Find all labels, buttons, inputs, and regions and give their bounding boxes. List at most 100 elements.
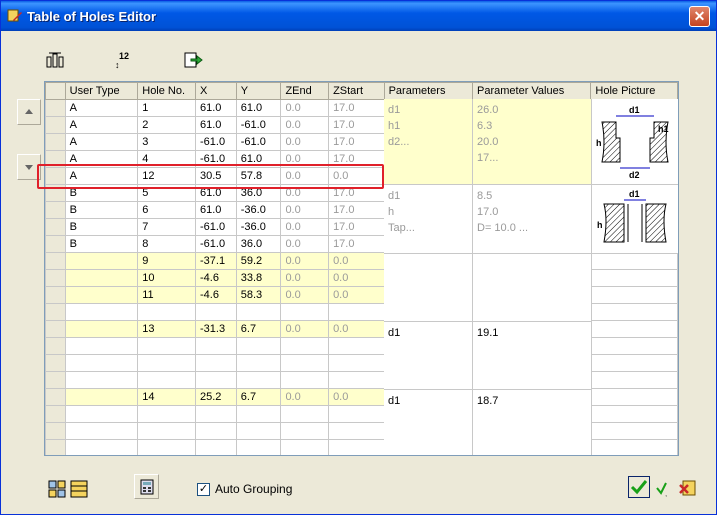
- cell-zstart[interactable]: 17.0: [328, 201, 385, 219]
- cell-zstart[interactable]: [328, 422, 385, 440]
- export-icon[interactable]: [181, 48, 205, 72]
- settings-button[interactable]: [134, 474, 159, 499]
- cell-user-type[interactable]: [64, 354, 139, 372]
- cell-y[interactable]: -36.0: [235, 201, 282, 219]
- cell-user-type[interactable]: [64, 320, 139, 338]
- cell-hole-no[interactable]: [137, 303, 197, 321]
- group-icon[interactable]: [43, 48, 67, 72]
- row-selector[interactable]: [45, 337, 66, 355]
- col-zend[interactable]: ZEnd: [280, 82, 330, 100]
- cell-zstart[interactable]: 17.0: [328, 99, 385, 117]
- group-e-parameters[interactable]: d1: [384, 390, 473, 455]
- cell-x[interactable]: -61.0: [195, 235, 237, 253]
- cell-x[interactable]: 61.0: [195, 116, 237, 134]
- cell-hole-no[interactable]: 11: [137, 286, 197, 304]
- cell-zend[interactable]: 0.0: [280, 201, 330, 219]
- cell-zend[interactable]: 0.0: [280, 252, 330, 270]
- cell-y[interactable]: [235, 354, 282, 372]
- expand-all-icon[interactable]: [48, 480, 66, 498]
- group-d-values[interactable]: 19.1: [473, 322, 592, 390]
- col-parameter-values[interactable]: Parameter Values: [471, 82, 592, 100]
- cell-zend[interactable]: 0.0: [280, 235, 330, 253]
- group-c-parameters-empty[interactable]: [384, 254, 473, 322]
- collapse-all-icon[interactable]: [70, 480, 88, 498]
- cell-y[interactable]: 6.7: [235, 388, 282, 406]
- col-x[interactable]: X: [195, 82, 237, 100]
- cell-zend[interactable]: 0.0: [280, 218, 330, 236]
- cell-user-type[interactable]: B: [64, 201, 139, 219]
- close-button[interactable]: ✕: [689, 6, 710, 27]
- cell-hole-no[interactable]: [137, 439, 197, 455]
- cell-user-type[interactable]: A: [64, 99, 139, 117]
- cell-x[interactable]: -61.0: [195, 133, 237, 151]
- ok-button[interactable]: [628, 476, 650, 498]
- cell-y[interactable]: [235, 303, 282, 321]
- cell-hole-no[interactable]: 2: [137, 116, 197, 134]
- cell-user-type[interactable]: [64, 388, 139, 406]
- row-selector[interactable]: [45, 116, 66, 134]
- cell-y[interactable]: -61.0: [235, 116, 282, 134]
- cell-user-type[interactable]: B: [64, 235, 139, 253]
- group-d-parameters[interactable]: d1: [384, 322, 473, 390]
- cell-zstart[interactable]: 0.0: [328, 252, 385, 270]
- cell-zstart[interactable]: 0.0: [328, 286, 385, 304]
- row-selector[interactable]: [45, 286, 66, 304]
- col-user-type[interactable]: User Type: [64, 82, 139, 100]
- row-selector[interactable]: [45, 235, 66, 253]
- cell-x[interactable]: [195, 422, 237, 440]
- cell-zstart[interactable]: [328, 337, 385, 355]
- cell-x[interactable]: [195, 405, 237, 423]
- cell-y[interactable]: -61.0: [235, 133, 282, 151]
- cell-zstart[interactable]: 0.0: [328, 320, 385, 338]
- cell-zend[interactable]: 0.0: [280, 388, 330, 406]
- apply-icon[interactable]: ,: [655, 479, 673, 498]
- cell-y[interactable]: [235, 439, 282, 455]
- row-selector[interactable]: [45, 252, 66, 270]
- row-selector[interactable]: [45, 218, 66, 236]
- cell-y[interactable]: [235, 337, 282, 355]
- cell-zend[interactable]: [280, 303, 330, 321]
- row-selector[interactable]: [45, 354, 66, 372]
- cancel-icon[interactable]: [679, 479, 697, 497]
- cell-zend[interactable]: [280, 405, 330, 423]
- cell-hole-no[interactable]: 1: [137, 99, 197, 117]
- group-b-values[interactable]: 8.5 17.0 D= 10.0 ...: [473, 185, 592, 254]
- col-y[interactable]: Y: [235, 82, 282, 100]
- cell-hole-no[interactable]: [137, 354, 197, 372]
- col-zstart[interactable]: ZStart: [328, 82, 385, 100]
- cell-zstart[interactable]: [328, 371, 385, 389]
- cell-hole-no[interactable]: 13: [137, 320, 197, 338]
- cell-zstart[interactable]: [328, 303, 385, 321]
- col-hole-picture[interactable]: Hole Picture: [590, 82, 678, 100]
- cell-y[interactable]: 61.0: [235, 99, 282, 117]
- cell-zstart[interactable]: [328, 354, 385, 372]
- row-selector[interactable]: [45, 371, 66, 389]
- cell-zend[interactable]: [280, 354, 330, 372]
- col-parameters[interactable]: Parameters: [383, 82, 474, 100]
- row-selector[interactable]: [45, 439, 66, 455]
- cell-x[interactable]: 61.0: [195, 201, 237, 219]
- cell-user-type[interactable]: [64, 303, 139, 321]
- cell-x[interactable]: [195, 337, 237, 355]
- cell-y[interactable]: 58.3: [235, 286, 282, 304]
- cell-zstart[interactable]: 17.0: [328, 116, 385, 134]
- cell-x[interactable]: [195, 354, 237, 372]
- cell-zend[interactable]: 0.0: [280, 320, 330, 338]
- cell-y[interactable]: -36.0: [235, 218, 282, 236]
- cell-x[interactable]: -31.3: [195, 320, 237, 338]
- cell-user-type[interactable]: [64, 337, 139, 355]
- cell-hole-no[interactable]: [137, 337, 197, 355]
- cell-zend[interactable]: 0.0: [280, 286, 330, 304]
- cell-y[interactable]: [235, 371, 282, 389]
- cell-x[interactable]: 25.2: [195, 388, 237, 406]
- cell-user-type[interactable]: [64, 439, 139, 455]
- cell-zend[interactable]: 0.0: [280, 133, 330, 151]
- cell-zend[interactable]: [280, 371, 330, 389]
- sort-numeric-icon[interactable]: 12 ↕: [112, 48, 136, 72]
- cell-hole-no[interactable]: 10: [137, 269, 197, 287]
- move-up-button[interactable]: [17, 99, 41, 125]
- cell-zstart[interactable]: 17.0: [328, 235, 385, 253]
- cell-user-type[interactable]: A: [64, 116, 139, 134]
- group-a-values[interactable]: 26.0 6.3 20.0 17...: [473, 99, 592, 185]
- cell-zstart[interactable]: 17.0: [328, 133, 385, 151]
